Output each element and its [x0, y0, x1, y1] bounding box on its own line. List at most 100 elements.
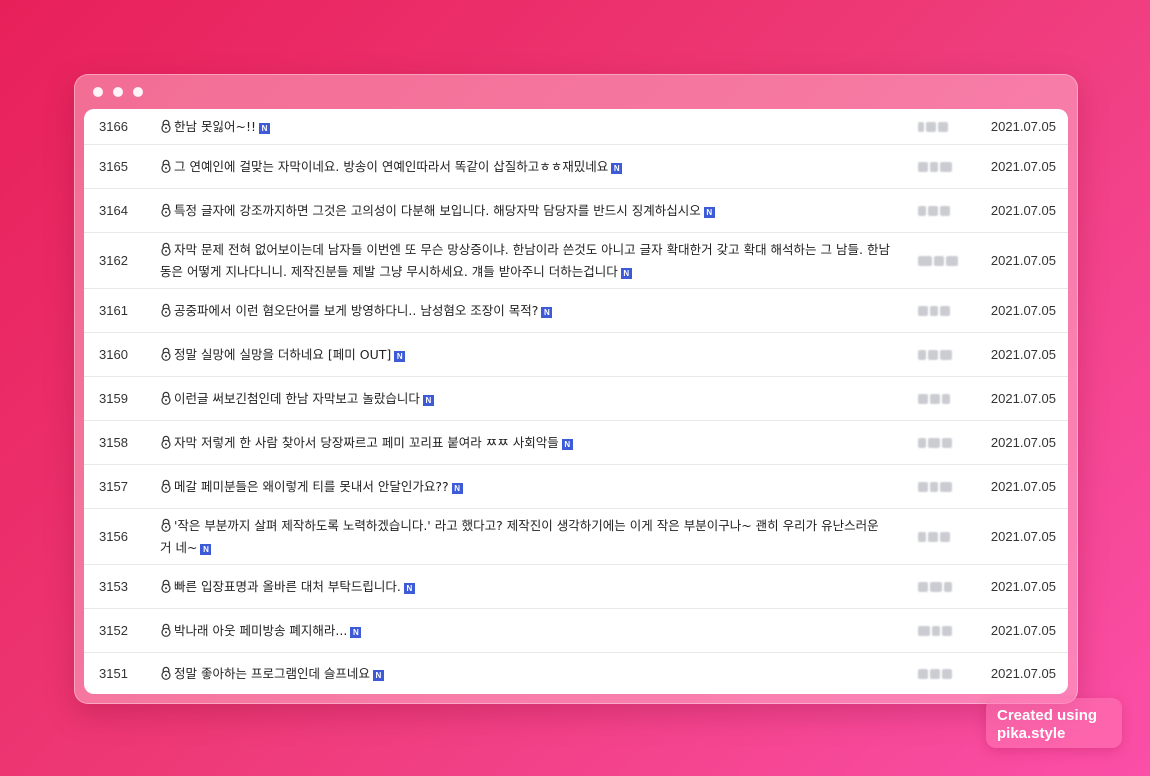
lock-icon — [160, 118, 172, 133]
new-badge: N — [422, 394, 434, 406]
author-blurred — [918, 481, 958, 493]
post-title[interactable]: 자막 저렇게 한 사람 찾아서 당장짜르고 페미 꼬리표 붙여라 ㅉㅉ 사회악들… — [160, 432, 890, 454]
post-title-text[interactable]: '작은 부분까지 살펴 제작하도록 노력하겠습니다.' 라고 했다고? 제작진이… — [160, 518, 879, 555]
new-badge: N — [620, 267, 632, 279]
new-badge: N — [350, 626, 362, 638]
post-number: 3152 — [99, 623, 128, 638]
window-controls — [93, 87, 143, 97]
post-title-text[interactable]: 빠른 입장표명과 올바른 대처 부탁드립니다. — [174, 579, 401, 594]
new-badge: N — [541, 306, 553, 318]
post-date: 2021.07.05 — [990, 347, 1056, 362]
lock-icon — [160, 478, 172, 493]
post-number: 3164 — [99, 203, 128, 218]
post-title[interactable]: 이런글 써보긴첨인데 한남 자막보고 놀랐습니다 N — [160, 388, 890, 410]
post-date: 2021.07.05 — [990, 666, 1056, 681]
post-number: 3157 — [99, 479, 128, 494]
post-title[interactable]: 그 연예인에 걸맞는 자막이네요. 방송이 연예인따라서 똑같이 삽질하고ㅎㅎ재… — [160, 156, 890, 178]
window-dot-maximize[interactable] — [133, 87, 143, 97]
new-badge: N — [394, 350, 406, 362]
author-blurred — [918, 121, 958, 133]
post-title-text[interactable]: 한남 못잃어~!! — [174, 119, 256, 134]
post-number: 3151 — [99, 666, 128, 681]
new-badge: N — [561, 438, 573, 450]
post-number: 3165 — [99, 159, 128, 174]
post-date: 2021.07.05 — [990, 303, 1056, 318]
post-date: 2021.07.05 — [990, 529, 1056, 544]
author-blurred — [918, 305, 958, 317]
post-date: 2021.07.05 — [990, 253, 1056, 268]
post-number: 3156 — [99, 529, 128, 544]
post-row[interactable]: 3156 '작은 부분까지 살펴 제작하도록 노력하겠습니다.' 라고 했다고? … — [84, 509, 1068, 565]
lock-icon — [160, 434, 172, 449]
post-date: 2021.07.05 — [990, 623, 1056, 638]
post-title[interactable]: '작은 부분까지 살펴 제작하도록 노력하겠습니다.' 라고 했다고? 제작진이… — [160, 515, 890, 559]
author-blurred — [918, 437, 958, 449]
author-blurred — [918, 255, 958, 267]
post-title[interactable]: 메갈 페미분들은 왜이렇게 티를 못내서 안달인가요?? N — [160, 476, 890, 498]
lock-icon — [160, 302, 172, 317]
lock-icon — [160, 622, 172, 637]
lock-icon — [160, 241, 172, 256]
window-dot-close[interactable] — [93, 87, 103, 97]
post-title-text[interactable]: 자막 저렇게 한 사람 찾아서 당장짜르고 페미 꼬리표 붙여라 ㅉㅉ 사회악들 — [174, 435, 559, 450]
post-title-text[interactable]: 공중파에서 이런 혐오단어를 보게 방영하다니.. 남성혐오 조장이 목적? — [174, 303, 538, 318]
new-badge: N — [451, 482, 463, 494]
author-blurred — [918, 668, 958, 680]
window-dot-minimize[interactable] — [113, 87, 123, 97]
post-title[interactable]: 특정 글자에 강조까지하면 그것은 고의성이 다분해 보입니다. 해당자막 담당… — [160, 200, 890, 222]
new-badge: N — [703, 206, 715, 218]
lock-icon — [160, 158, 172, 173]
post-date: 2021.07.05 — [990, 435, 1056, 450]
post-number: 3158 — [99, 435, 128, 450]
post-title-text[interactable]: 정말 좋아하는 프로그램인데 슬프네요 — [174, 666, 370, 681]
post-title[interactable]: 정말 실망에 실망을 더하네요 [페미 OUT] N — [160, 344, 890, 366]
post-number: 3153 — [99, 579, 128, 594]
post-title[interactable]: 한남 못잃어~!! N — [160, 116, 890, 138]
post-number: 3162 — [99, 253, 128, 268]
post-row[interactable]: 3165 그 연예인에 걸맞는 자막이네요. 방송이 연예인따라서 똑같이 삽질하… — [84, 145, 1068, 189]
post-row[interactable]: 3157 메갈 페미분들은 왜이렇게 티를 못내서 안달인가요?? N 2021.07… — [84, 465, 1068, 509]
lock-icon — [160, 578, 172, 593]
author-blurred — [918, 581, 958, 593]
post-number: 3160 — [99, 347, 128, 362]
post-title-text[interactable]: 정말 실망에 실망을 더하네요 [페미 OUT] — [174, 347, 391, 362]
post-date: 2021.07.05 — [990, 391, 1056, 406]
post-date: 2021.07.05 — [990, 579, 1056, 594]
post-title[interactable]: 정말 좋아하는 프로그램인데 슬프네요 N — [160, 663, 890, 685]
post-title-text[interactable]: 박나래 아웃 페미방송 폐지해라... — [174, 623, 347, 638]
post-row[interactable]: 3153 빠른 입장표명과 올바른 대처 부탁드립니다. N 2021.07.05 — [84, 565, 1068, 609]
post-title-text[interactable]: 메갈 페미분들은 왜이렇게 티를 못내서 안달인가요?? — [174, 479, 449, 494]
new-badge: N — [372, 669, 384, 681]
post-title[interactable]: 박나래 아웃 페미방송 폐지해라... N — [160, 620, 890, 642]
post-row[interactable]: 3164 특정 글자에 강조까지하면 그것은 고의성이 다분해 보입니다. 해당자… — [84, 189, 1068, 233]
post-row[interactable]: 3151 정말 좋아하는 프로그램인데 슬프네요 N 2021.07.05 — [84, 653, 1068, 694]
post-date: 2021.07.05 — [990, 119, 1056, 134]
post-date: 2021.07.05 — [990, 159, 1056, 174]
post-title[interactable]: 빠른 입장표명과 올바른 대처 부탁드립니다. N — [160, 576, 890, 598]
post-row[interactable]: 3160 정말 실망에 실망을 더하네요 [페미 OUT] N 2021.07.05 — [84, 333, 1068, 377]
browser-window: 3166 한남 못잃어~!! N 2021.07.05 3165 그 연예인에 걸맞는 자… — [74, 74, 1078, 704]
post-title-text[interactable]: 그 연예인에 걸맞는 자막이네요. 방송이 연예인따라서 똑같이 삽질하고ㅎㅎ재… — [174, 159, 608, 174]
author-blurred — [918, 161, 958, 173]
lock-icon — [160, 390, 172, 405]
post-date: 2021.07.05 — [990, 479, 1056, 494]
post-row[interactable]: 3158 자막 저렇게 한 사람 찾아서 당장짜르고 페미 꼬리표 붙여라 ㅉㅉ … — [84, 421, 1068, 465]
post-row[interactable]: 3162 자막 문제 전혀 없어보이는데 남자들 이번엔 또 무슨 망상증이냐. … — [84, 233, 1068, 289]
post-title-text[interactable]: 특정 글자에 강조까지하면 그것은 고의성이 다분해 보입니다. 해당자막 담당… — [174, 203, 701, 218]
new-badge: N — [611, 162, 623, 174]
new-badge: N — [200, 543, 212, 555]
post-list: 3166 한남 못잃어~!! N 2021.07.05 3165 그 연예인에 걸맞는 자… — [84, 109, 1068, 694]
post-row[interactable]: 3166 한남 못잃어~!! N 2021.07.05 — [84, 109, 1068, 145]
post-title-text[interactable]: 자막 문제 전혀 없어보이는데 남자들 이번엔 또 무슨 망상증이냐. 한남이라… — [160, 242, 890, 279]
post-row[interactable]: 3161 공중파에서 이런 혐오단어를 보게 방영하다니.. 남성혐오 조장이 목… — [84, 289, 1068, 333]
post-row[interactable]: 3159 이런글 써보긴첨인데 한남 자막보고 놀랐습니다 N 2021.07.05 — [84, 377, 1068, 421]
post-title[interactable]: 자막 문제 전혀 없어보이는데 남자들 이번엔 또 무슨 망상증이냐. 한남이라… — [160, 239, 890, 283]
lock-icon — [160, 346, 172, 361]
lock-icon — [160, 517, 172, 532]
post-title-text[interactable]: 이런글 써보긴첨인데 한남 자막보고 놀랐습니다 — [174, 391, 420, 406]
watermark-line1: Created using — [997, 707, 1098, 724]
post-row[interactable]: 3152 박나래 아웃 페미방송 폐지해라... N 2021.07.05 — [84, 609, 1068, 653]
new-badge: N — [258, 122, 270, 134]
post-title[interactable]: 공중파에서 이런 혐오단어를 보게 방영하다니.. 남성혐오 조장이 목적? N — [160, 300, 890, 322]
post-number: 3166 — [99, 119, 128, 134]
